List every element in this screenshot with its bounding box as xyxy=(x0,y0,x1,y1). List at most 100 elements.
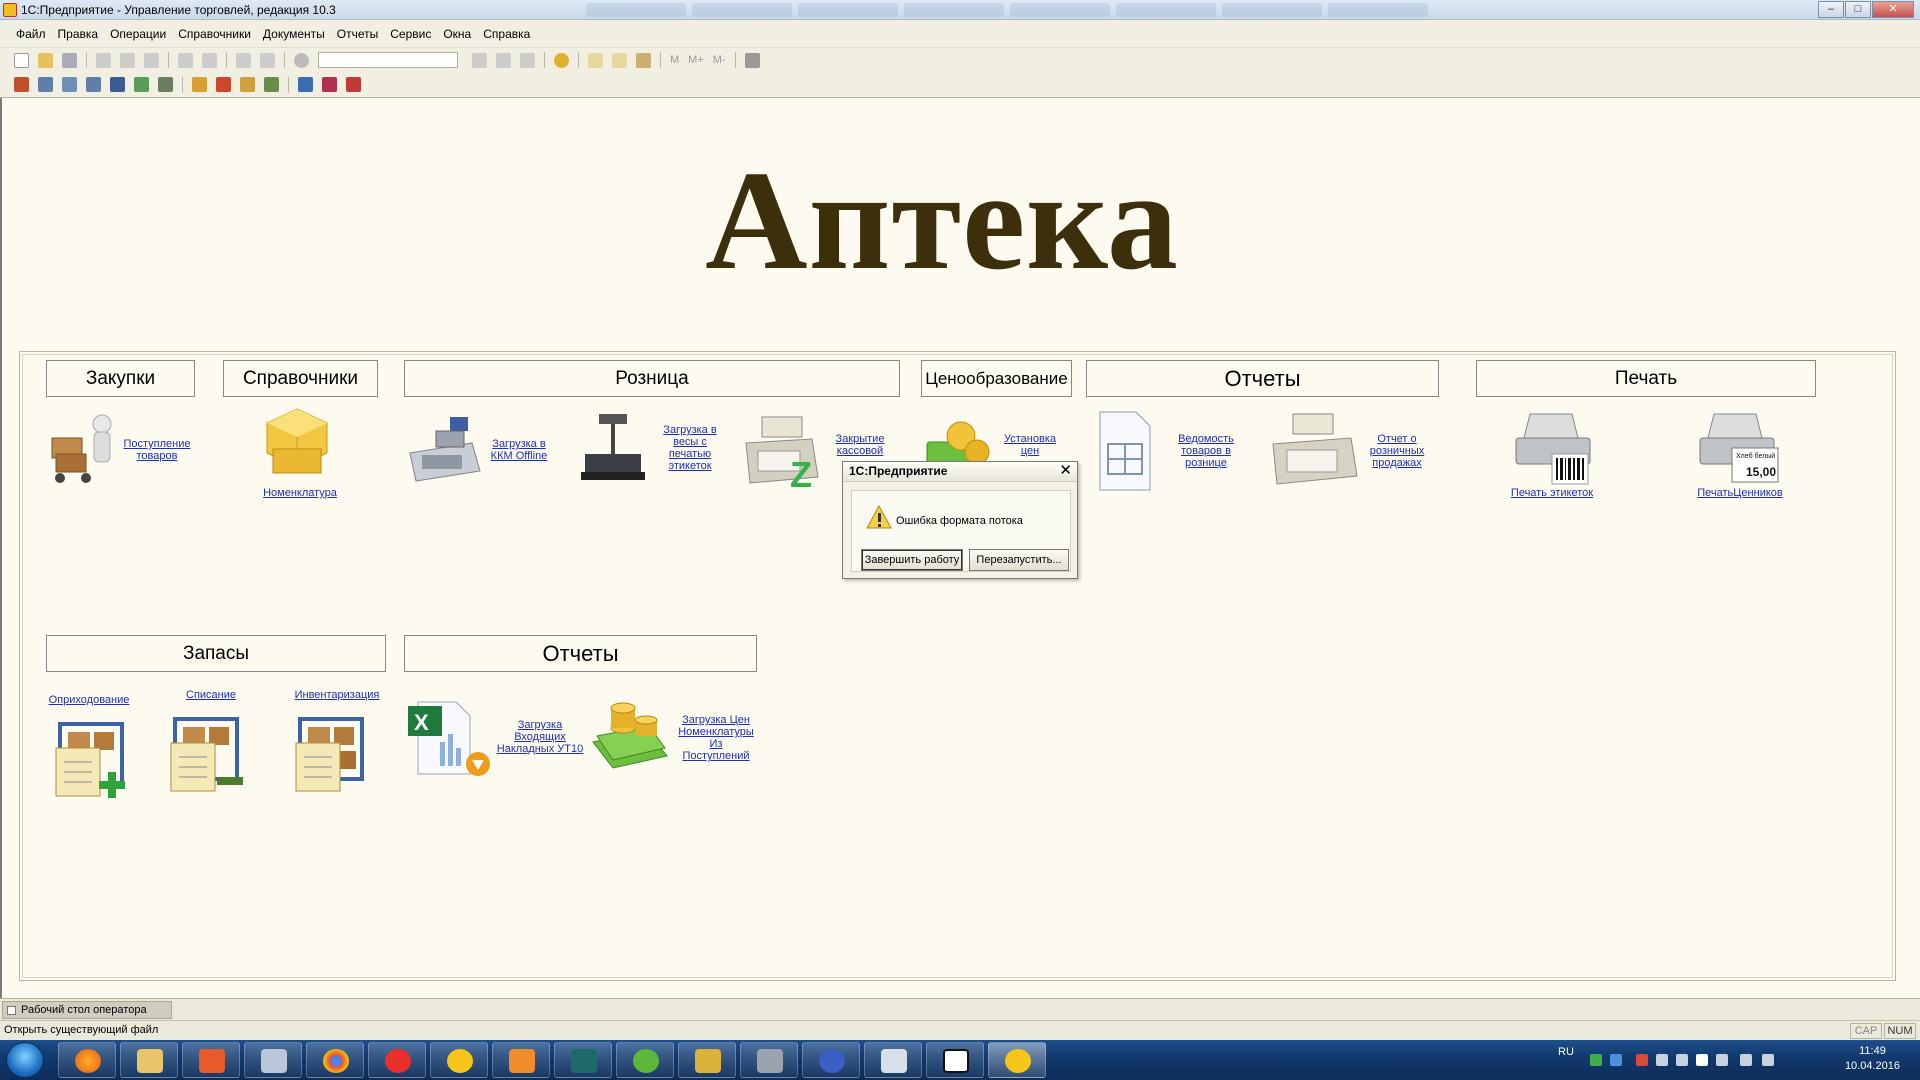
taskbar-media-player[interactable] xyxy=(182,1042,240,1078)
retail-sales-register-icon[interactable] xyxy=(1269,410,1359,488)
link-set-prices[interactable]: Установка цен xyxy=(997,433,1063,457)
info-icon[interactable] xyxy=(554,52,569,68)
link-goods-receipt[interactable]: Поступление товаров xyxy=(120,438,194,462)
exchange-icon[interactable] xyxy=(240,77,255,92)
label-printer-icon[interactable] xyxy=(1512,410,1594,486)
new-document-icon[interactable] xyxy=(14,52,29,68)
inventory-shelf-icon[interactable] xyxy=(292,713,374,795)
redo-icon[interactable] xyxy=(260,52,275,68)
link-goods-sheet-retail[interactable]: Ведомость товаров в рознице xyxy=(1169,433,1243,469)
menu-windows[interactable]: Окна xyxy=(443,27,471,41)
taskbar-utorrent[interactable] xyxy=(616,1042,674,1078)
paste-icon[interactable] xyxy=(144,52,159,68)
link-write-off[interactable]: Списание xyxy=(178,689,244,701)
finish-work-button[interactable]: Завершить работу xyxy=(861,549,963,571)
print-preview-icon[interactable] xyxy=(202,52,217,68)
cut-icon[interactable] xyxy=(96,52,111,68)
tray-1c-icon[interactable] xyxy=(1696,1054,1708,1066)
restart-button[interactable]: Перезапустить... xyxy=(969,549,1069,571)
calendar-icon[interactable] xyxy=(612,52,627,68)
copy-icon[interactable] xyxy=(120,52,135,68)
windows-icon[interactable] xyxy=(520,52,535,68)
taskbar-explorer[interactable] xyxy=(120,1042,178,1078)
taskbar-1c-enterprise-active[interactable] xyxy=(988,1042,1046,1078)
search-icon[interactable] xyxy=(294,52,309,68)
link-retail-sales-report[interactable]: Отчет о розничных продажах xyxy=(1362,433,1432,469)
taskbar-yandex-browser[interactable] xyxy=(368,1042,426,1078)
taskbar-chrome[interactable] xyxy=(306,1042,364,1078)
minimize-button[interactable]: – xyxy=(1818,1,1844,18)
taskbar-firefox[interactable] xyxy=(58,1042,116,1078)
tray-shield-icon[interactable] xyxy=(1610,1054,1622,1066)
link-posting[interactable]: Оприходование xyxy=(46,694,132,706)
sync-icon[interactable] xyxy=(298,77,313,92)
tools-icon[interactable] xyxy=(744,52,760,68)
goods-sheet-document-icon[interactable] xyxy=(1096,408,1154,494)
documents-icon[interactable] xyxy=(38,77,53,92)
excel-import-icon[interactable]: X xyxy=(404,698,494,780)
link-print-labels[interactable]: Печать этикеток xyxy=(1502,487,1602,499)
link-inventory[interactable]: Инвентаризация xyxy=(292,689,382,701)
cash-register-icon[interactable] xyxy=(406,413,482,485)
users-icon[interactable] xyxy=(636,52,651,68)
link-load-invoices[interactable]: Загрузка Входящих Накладных УТ10 xyxy=(495,719,585,755)
taskbar-1c-launcher[interactable] xyxy=(430,1042,488,1078)
menu-help[interactable]: Справка xyxy=(483,27,530,41)
print-icon[interactable] xyxy=(178,52,193,68)
link-close-shift[interactable]: Закрытие кассовой xyxy=(825,433,895,457)
link-nomenclature[interactable]: Номенклатура xyxy=(252,487,348,499)
people-icon[interactable] xyxy=(110,77,125,92)
tray-warning-icon[interactable] xyxy=(1636,1054,1648,1066)
golden-boxes-icon[interactable] xyxy=(257,403,337,483)
save-icon[interactable] xyxy=(62,52,77,68)
taskbar-app-spider[interactable] xyxy=(740,1042,798,1078)
taskbar-pharmacy-app[interactable] xyxy=(802,1042,860,1078)
settings-list-icon[interactable] xyxy=(346,77,361,92)
scales-icon[interactable] xyxy=(575,410,651,486)
upload-icon[interactable] xyxy=(322,77,337,92)
book-icon[interactable] xyxy=(14,77,29,92)
z-report-register-icon[interactable]: Z xyxy=(742,413,822,489)
taskbar-office-app[interactable] xyxy=(554,1042,612,1078)
language-indicator[interactable]: RU xyxy=(1558,1046,1574,1058)
porter-with-boxes-icon[interactable] xyxy=(46,410,120,484)
menu-edit[interactable]: Правка xyxy=(58,27,99,41)
memory-minus-button[interactable]: M- xyxy=(713,54,726,66)
price-tag-printer-icon[interactable]: Хлеб белый 15,00 xyxy=(1696,410,1782,486)
taskbar-calculator[interactable] xyxy=(244,1042,302,1078)
money-stack-icon[interactable] xyxy=(589,698,673,778)
system-clock[interactable]: 11:49 10.04.2016 xyxy=(1845,1044,1900,1074)
start-button[interactable] xyxy=(6,1042,44,1078)
maximize-button[interactable]: □ xyxy=(1845,1,1871,18)
open-folder-icon[interactable] xyxy=(38,52,53,68)
find-prev-icon[interactable] xyxy=(496,52,511,68)
menu-documents[interactable]: Документы xyxy=(263,27,325,41)
link-load-prices-from-receipts[interactable]: Загрузка Цен Номенклатуры Из Поступлений xyxy=(675,714,757,762)
coins-icon[interactable] xyxy=(192,77,207,92)
tray-network-icon[interactable] xyxy=(1590,1054,1602,1066)
memory-button[interactable]: M xyxy=(670,54,679,66)
posting-shelf-plus-icon[interactable] xyxy=(52,718,132,800)
tray-keyboard-icon[interactable] xyxy=(1676,1054,1688,1066)
link-scales-labels[interactable]: Загрузка в весы с печатью этикеток xyxy=(654,424,726,472)
taskbar-image-viewer[interactable] xyxy=(492,1042,550,1078)
tray-power-icon[interactable] xyxy=(1740,1054,1752,1066)
calculator-icon[interactable] xyxy=(588,52,603,68)
dialog-close-button[interactable]: ✕ xyxy=(1059,462,1072,480)
memory-plus-button[interactable]: M+ xyxy=(688,54,704,66)
menu-file[interactable]: Файл xyxy=(16,27,46,41)
chart-icon[interactable] xyxy=(158,77,173,92)
tray-volume-icon[interactable] xyxy=(1762,1054,1774,1066)
close-window-button[interactable]: ✕ xyxy=(1872,1,1914,18)
journal-icon[interactable] xyxy=(62,77,77,92)
undo-icon[interactable] xyxy=(236,52,251,68)
tray-flag-icon[interactable] xyxy=(1716,1054,1728,1066)
menu-reports[interactable]: Отчеты xyxy=(337,27,378,41)
link-print-price-tags[interactable]: ПечатьЦенников xyxy=(1690,487,1790,499)
find-next-icon[interactable] xyxy=(472,52,487,68)
box-icon[interactable] xyxy=(264,77,279,92)
link-kkm-offline[interactable]: Загрузка в ККМ Offline xyxy=(485,438,553,462)
menu-references[interactable]: Справочники xyxy=(178,27,251,41)
menu-operations[interactable]: Операции xyxy=(110,27,166,41)
search-combo-input[interactable] xyxy=(318,52,458,68)
